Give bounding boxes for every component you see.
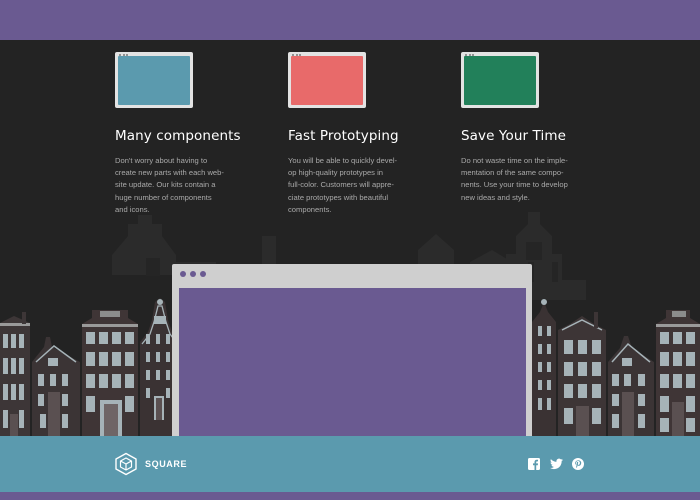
top-bar (0, 0, 700, 40)
window-dot-icon (190, 271, 196, 277)
twitter-icon[interactable] (550, 457, 563, 470)
pinterest-icon[interactable] (572, 457, 584, 470)
window-dot-icon (180, 271, 186, 277)
facebook-icon[interactable] (528, 457, 540, 470)
cube-icon (115, 452, 137, 476)
browser-window-mockup (172, 264, 532, 436)
window-dot-icon (200, 271, 206, 277)
logo[interactable]: SQUARE (114, 452, 187, 476)
hero-section: Many components Don't worry about having… (0, 40, 700, 436)
window-dots (180, 271, 206, 277)
logo-text: SQUARE (145, 459, 188, 469)
social-links (528, 457, 584, 470)
bottom-strip (0, 492, 700, 500)
window-screen (179, 288, 526, 436)
footer: SQUARE (0, 436, 700, 492)
